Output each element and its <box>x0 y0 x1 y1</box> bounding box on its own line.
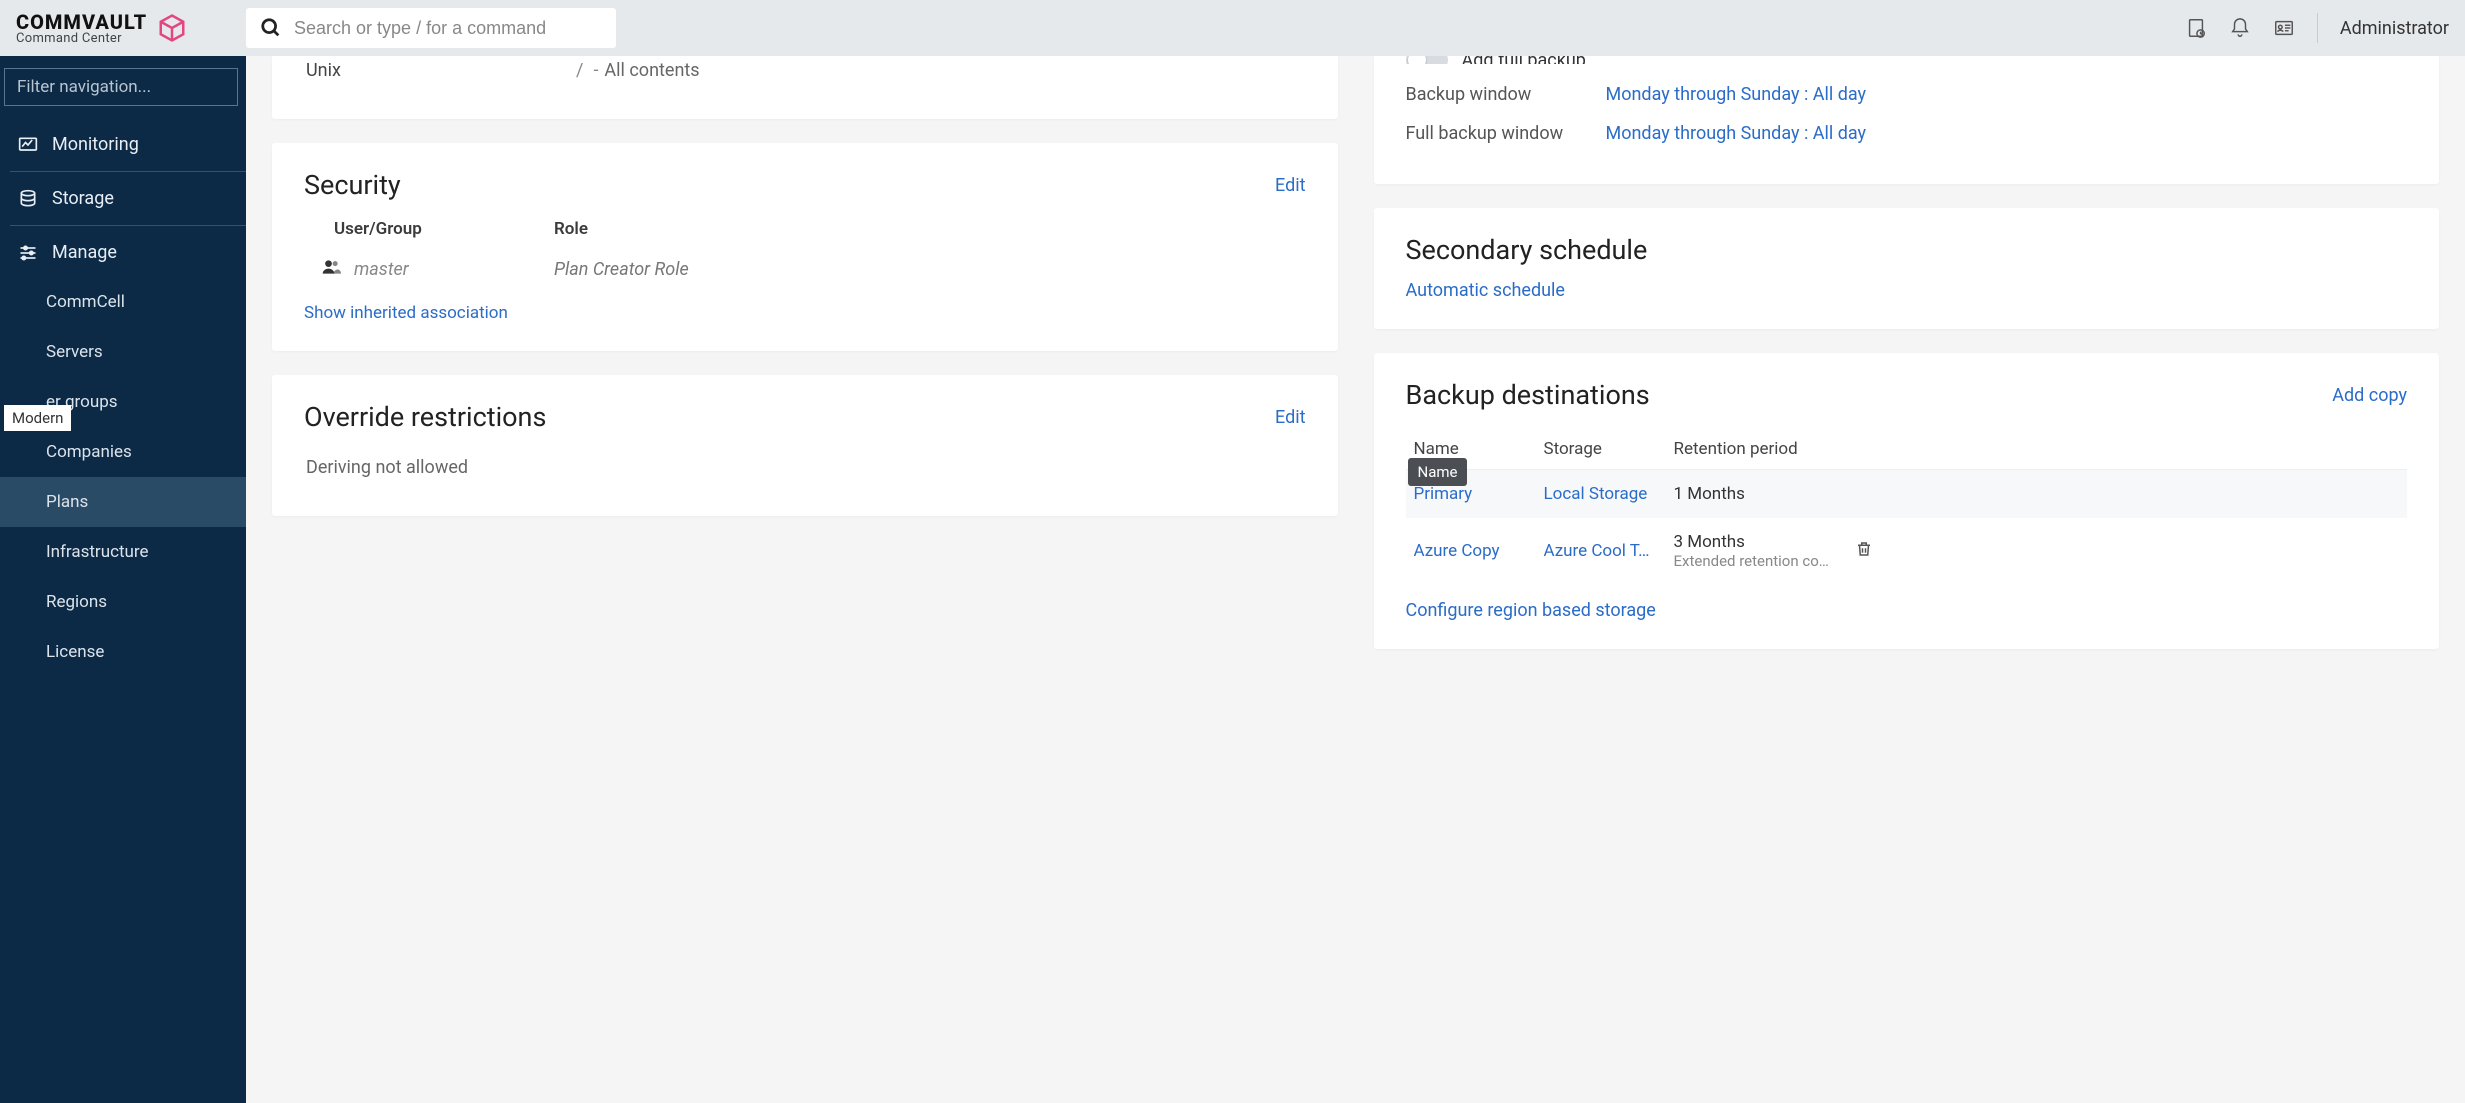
dest-storage[interactable]: Local Storage <box>1544 484 1674 504</box>
dest-row: Name Primary Local Storage 1 Months <box>1406 470 2408 518</box>
sidebar-item-companies[interactable]: Companies <box>0 427 246 477</box>
user-menu[interactable]: Administrator <box>2340 18 2449 39</box>
name-column-tooltip: Name <box>1408 458 1468 486</box>
sidebar-item-storage[interactable]: Storage <box>0 174 246 223</box>
dest-storage[interactable]: Azure Cool T… <box>1544 541 1674 561</box>
delete-copy-button[interactable] <box>1855 539 1873 564</box>
backup-window-value[interactable]: Monday through Sunday : All day <box>1606 84 1867 105</box>
sliders-icon <box>18 243 38 263</box>
monitor-icon <box>18 135 38 155</box>
filter-navigation-input[interactable]: Filter navigation... <box>4 68 238 106</box>
dest-table-header: Name Storage Retention period <box>1406 429 2408 470</box>
path-separator: / <box>576 60 583 81</box>
search-icon <box>260 17 282 39</box>
automatic-schedule-link[interactable]: Automatic schedule <box>1406 280 2408 301</box>
security-col-user: User/Group <box>334 219 554 239</box>
dest-header-retention[interactable]: Retention period <box>1674 439 1844 459</box>
sidebar-item-plans[interactable]: Plans <box>0 477 246 527</box>
sidebar-item-monitoring[interactable]: Monitoring <box>0 120 246 169</box>
backup-destinations-card: Backup destinations Add copy Name Storag… <box>1374 353 2440 649</box>
dash: - <box>593 60 598 81</box>
override-title: Override restrictions <box>304 401 546 433</box>
dest-header-name[interactable]: Name <box>1414 439 1544 459</box>
modern-badge: Modern <box>4 405 71 431</box>
unix-value: All contents <box>604 60 699 81</box>
security-title: Security <box>304 169 401 201</box>
sidebar-item-infrastructure[interactable]: Infrastructure <box>0 527 246 577</box>
security-role: Plan Creator Role <box>554 259 689 280</box>
topbar-divider <box>2317 13 2318 43</box>
sidebar-item-license[interactable]: License <box>0 627 246 677</box>
dest-name[interactable]: Primary <box>1414 484 1544 504</box>
sidebar-item-regions[interactable]: Regions <box>0 577 246 627</box>
override-card: Override restrictions Edit Deriving not … <box>272 375 1338 516</box>
logo: COMMVAULT Command Center <box>16 12 246 45</box>
sidebar-item-label: Manage <box>52 242 117 263</box>
override-text: Deriving not allowed <box>304 451 1306 488</box>
security-col-role: Role <box>554 219 588 239</box>
search-box[interactable] <box>246 8 616 48</box>
sidebar-item-label: Storage <box>52 188 114 209</box>
dest-retention: 3 Months <box>1674 532 1844 552</box>
backup-content-card-tail: Unix / - All contents <box>272 56 1338 119</box>
security-edit-link[interactable]: Edit <box>1275 175 1305 196</box>
sidebar-item-commcell[interactable]: CommCell <box>0 277 246 327</box>
security-card: Security Edit User/Group Role master Pla… <box>272 143 1338 351</box>
dest-retention-sub: Extended retention co… <box>1674 552 1844 570</box>
sidebar-item-label: Monitoring <box>52 134 139 155</box>
rpo-card-tail: Add full backup Backup window Monday thr… <box>1374 56 2440 184</box>
dest-name[interactable]: Azure Copy <box>1414 541 1544 561</box>
dest-header-storage[interactable]: Storage <box>1544 439 1674 459</box>
logo-cube-icon <box>157 13 187 43</box>
sidebar-item-manage[interactable]: Manage <box>0 228 246 277</box>
full-backup-window-key: Full backup window <box>1406 123 1606 144</box>
backup-window-key: Backup window <box>1406 84 1606 105</box>
secondary-schedule-card: Secondary schedule Automatic schedule <box>1374 208 2440 329</box>
dest-retention: 1 Months <box>1674 484 1844 504</box>
security-user: master <box>354 259 554 280</box>
unix-label: Unix <box>306 60 576 81</box>
database-icon <box>18 189 38 209</box>
add-copy-link[interactable]: Add copy <box>2332 385 2407 406</box>
add-full-backup-toggle[interactable] <box>1406 56 1448 64</box>
add-full-backup-label: Add full backup <box>1462 56 1586 64</box>
logo-main: COMMVAULT <box>16 12 147 32</box>
id-card-icon[interactable] <box>2273 17 2295 39</box>
bell-icon[interactable] <box>2229 17 2251 39</box>
users-icon <box>318 257 344 277</box>
clipboard-clock-icon[interactable] <box>2185 17 2207 39</box>
show-inherited-link[interactable]: Show inherited association <box>304 303 1306 323</box>
search-input[interactable] <box>294 18 602 39</box>
trash-icon <box>1855 539 1873 559</box>
sidebar-item-servers[interactable]: Servers <box>0 327 246 377</box>
configure-region-storage-link[interactable]: Configure region based storage <box>1406 600 2408 621</box>
backup-destinations-title: Backup destinations <box>1406 379 1650 411</box>
dest-row: Azure Copy Azure Cool T… 3 Months Extend… <box>1406 518 2408 584</box>
override-edit-link[interactable]: Edit <box>1275 407 1305 428</box>
sidebar: Filter navigation... Monitoring Storage … <box>0 56 246 1103</box>
secondary-schedule-title: Secondary schedule <box>1406 234 2408 266</box>
full-backup-window-value[interactable]: Monday through Sunday : All day <box>1606 123 1867 144</box>
